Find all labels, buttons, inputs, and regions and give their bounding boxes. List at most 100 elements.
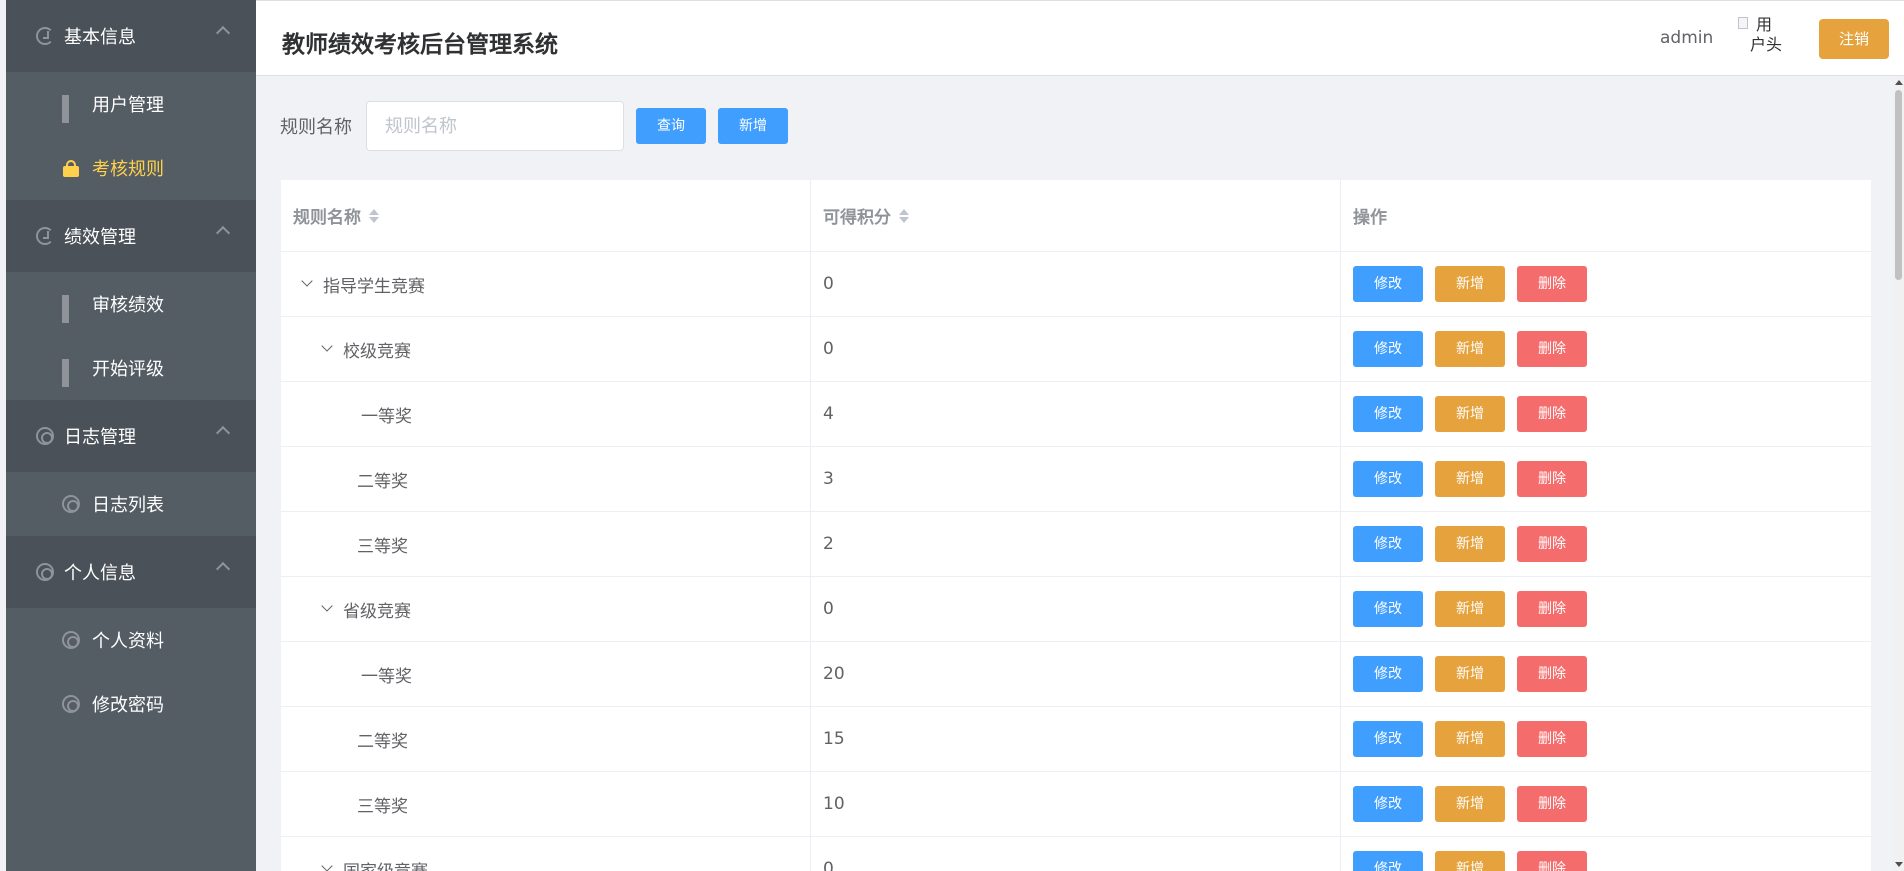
rule-name-cell: 二等奖 bbox=[281, 707, 811, 771]
menu-group-logs[interactable]: 日志管理 bbox=[6, 400, 256, 472]
expand-arrow-icon[interactable] bbox=[301, 275, 313, 287]
actions-cell: 修改 新增 删除 bbox=[1341, 577, 1871, 641]
rule-name-cell: 三等奖 bbox=[281, 772, 811, 836]
avatar-alt-line2: 户头 bbox=[1750, 35, 1783, 54]
sidebar-item-review-performance[interactable]: 审核绩效 bbox=[6, 272, 256, 336]
add-button[interactable]: 新增 bbox=[718, 108, 788, 144]
table-row: 一等奖 4 修改 新增 删除 bbox=[281, 382, 1871, 447]
delete-button[interactable]: 删除 bbox=[1517, 526, 1587, 562]
column-header-label: 可得积分 bbox=[823, 208, 891, 228]
table-row: 二等奖 15 修改 新增 删除 bbox=[281, 707, 1871, 772]
add-child-button[interactable]: 新增 bbox=[1435, 721, 1505, 757]
chart-icon bbox=[36, 27, 54, 45]
column-header-label: 规则名称 bbox=[293, 208, 361, 228]
add-child-button[interactable]: 新增 bbox=[1435, 786, 1505, 822]
actions-cell: 修改 新增 删除 bbox=[1341, 317, 1871, 381]
menu-group-label: 日志管理 bbox=[64, 427, 136, 448]
edit-button[interactable]: 修改 bbox=[1353, 396, 1423, 432]
sidebar-item-profile[interactable]: 个人资料 bbox=[6, 608, 256, 672]
add-child-button[interactable]: 新增 bbox=[1435, 526, 1505, 562]
column-header-score[interactable]: 可得积分 bbox=[811, 180, 1341, 251]
delete-button[interactable]: 删除 bbox=[1517, 461, 1587, 497]
rule-name-cell: 国家级竞赛 bbox=[281, 837, 811, 871]
actions-cell: 修改 新增 删除 bbox=[1341, 837, 1871, 871]
rule-name: 校级竞赛 bbox=[343, 341, 411, 362]
delete-button[interactable]: 删除 bbox=[1517, 786, 1587, 822]
chevron-up-icon bbox=[215, 561, 231, 577]
delete-button[interactable]: 删除 bbox=[1517, 266, 1587, 302]
edit-button[interactable]: 修改 bbox=[1353, 656, 1423, 692]
edit-button[interactable]: 修改 bbox=[1353, 266, 1423, 302]
add-child-button[interactable]: 新增 bbox=[1435, 851, 1505, 871]
rule-name: 一等奖 bbox=[361, 666, 412, 687]
add-child-button[interactable]: 新增 bbox=[1435, 266, 1505, 302]
menu-group-label: 绩效管理 bbox=[64, 227, 136, 248]
search-input[interactable] bbox=[366, 101, 624, 151]
logout-button[interactable]: 注销 bbox=[1819, 19, 1889, 59]
edit-button[interactable]: 修改 bbox=[1353, 461, 1423, 497]
edit-button[interactable]: 修改 bbox=[1353, 331, 1423, 367]
rule-name-cell: 指导学生竞赛 bbox=[281, 252, 811, 316]
sidebar-item-change-password[interactable]: 修改密码 bbox=[6, 672, 256, 736]
delete-button[interactable]: 删除 bbox=[1517, 591, 1587, 627]
rule-name: 国家级竞赛 bbox=[343, 857, 428, 871]
edit-button[interactable]: 修改 bbox=[1353, 851, 1423, 871]
column-header-name[interactable]: 规则名称 bbox=[281, 180, 811, 251]
sidebar-item-user-management[interactable]: 用户管理 bbox=[6, 72, 256, 136]
actions-cell: 修改 新增 删除 bbox=[1341, 642, 1871, 706]
sort-icon[interactable] bbox=[369, 208, 379, 224]
actions-cell: 修改 新增 删除 bbox=[1341, 512, 1871, 576]
add-child-button[interactable]: 新增 bbox=[1435, 396, 1505, 432]
search-bar: 规则名称 查询 新增 bbox=[280, 101, 788, 151]
rule-name: 省级竞赛 bbox=[343, 601, 411, 622]
avatar[interactable]: 用 户头 bbox=[1738, 15, 1786, 61]
sidebar-item-label: 考核规则 bbox=[92, 159, 164, 180]
gear-icon bbox=[62, 631, 80, 649]
score-cell: 0 bbox=[811, 837, 1341, 871]
score-cell: 0 bbox=[811, 577, 1341, 641]
delete-button[interactable]: 删除 bbox=[1517, 721, 1587, 757]
scroll-thumb[interactable] bbox=[1895, 90, 1902, 280]
vertical-scrollbar[interactable] bbox=[1893, 76, 1904, 871]
menu-group-personal-info[interactable]: 个人信息 bbox=[6, 536, 256, 608]
delete-button[interactable]: 删除 bbox=[1517, 656, 1587, 692]
scroll-up-icon[interactable] bbox=[1895, 80, 1903, 85]
edit-button[interactable]: 修改 bbox=[1353, 786, 1423, 822]
search-label: 规则名称 bbox=[280, 117, 352, 138]
sidebar-item-label: 个人资料 bbox=[92, 631, 164, 652]
menu-group-label: 个人信息 bbox=[64, 563, 136, 584]
broken-image-icon bbox=[1738, 17, 1748, 29]
menu-group-performance[interactable]: 绩效管理 bbox=[6, 200, 256, 272]
sort-icon[interactable] bbox=[899, 208, 909, 224]
scroll-down-icon[interactable] bbox=[1895, 862, 1903, 867]
expand-arrow-icon[interactable] bbox=[321, 340, 333, 352]
delete-button[interactable]: 删除 bbox=[1517, 851, 1587, 871]
edit-button[interactable]: 修改 bbox=[1353, 526, 1423, 562]
delete-button[interactable]: 删除 bbox=[1517, 396, 1587, 432]
gear-icon bbox=[62, 495, 80, 513]
sidebar-item-assessment-rules[interactable]: 考核规则 bbox=[6, 136, 256, 200]
table-row: 三等奖 10 修改 新增 删除 bbox=[281, 772, 1871, 837]
sidebar-item-start-rating[interactable]: 开始评级 bbox=[6, 336, 256, 400]
expand-arrow-icon[interactable] bbox=[321, 600, 333, 612]
rule-name-cell: 二等奖 bbox=[281, 447, 811, 511]
rules-table: 规则名称 可得积分 操作 指导学生竞赛 0 修改 新增 删除 校级竞赛 0 修改… bbox=[281, 180, 1871, 871]
edit-button[interactable]: 修改 bbox=[1353, 591, 1423, 627]
edit-button[interactable]: 修改 bbox=[1353, 721, 1423, 757]
add-child-button[interactable]: 新增 bbox=[1435, 461, 1505, 497]
table-row: 二等奖 3 修改 新增 删除 bbox=[281, 447, 1871, 512]
column-header-actions: 操作 bbox=[1341, 180, 1871, 251]
add-child-button[interactable]: 新增 bbox=[1435, 331, 1505, 367]
delete-button[interactable]: 删除 bbox=[1517, 331, 1587, 367]
main-content: 规则名称 查询 新增 规则名称 可得积分 操作 指导学生竞赛 0 bbox=[256, 76, 1893, 871]
sidebar-item-log-list[interactable]: 日志列表 bbox=[6, 472, 256, 536]
menu-group-basic-info[interactable]: 基本信息 bbox=[6, 0, 256, 72]
expand-arrow-icon[interactable] bbox=[321, 860, 333, 871]
column-header-label: 操作 bbox=[1353, 208, 1387, 228]
add-child-button[interactable]: 新增 bbox=[1435, 591, 1505, 627]
score-cell: 20 bbox=[811, 642, 1341, 706]
add-child-button[interactable]: 新增 bbox=[1435, 656, 1505, 692]
query-button[interactable]: 查询 bbox=[636, 108, 706, 144]
rule-name-cell: 校级竞赛 bbox=[281, 317, 811, 381]
table-row: 三等奖 2 修改 新增 删除 bbox=[281, 512, 1871, 577]
